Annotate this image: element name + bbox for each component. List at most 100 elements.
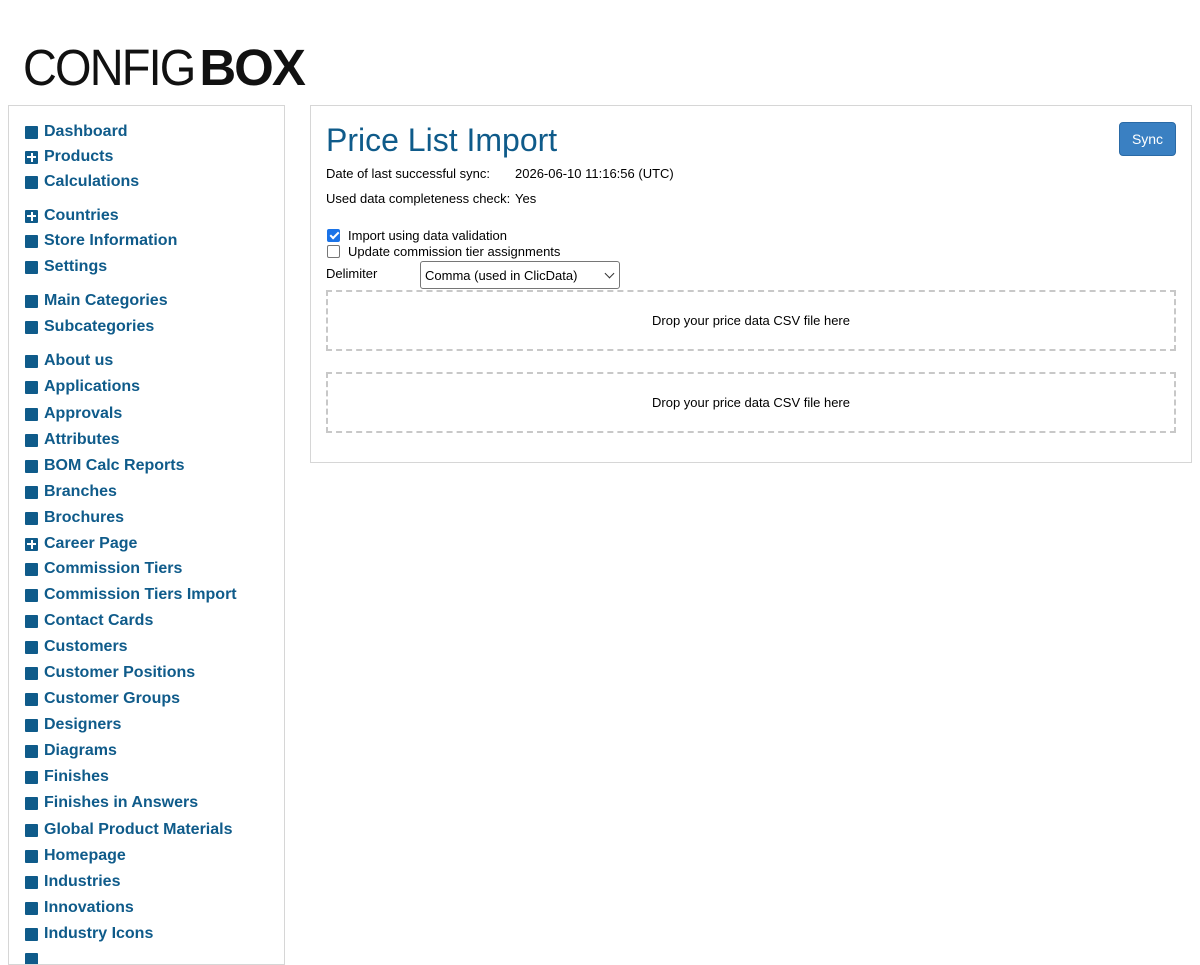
sidebar-item-subcategories[interactable]: Subcategories — [25, 317, 154, 337]
square-icon — [25, 902, 38, 915]
square-icon — [25, 261, 38, 274]
sidebar-item-label: Attributes — [44, 431, 120, 449]
square-icon — [25, 953, 38, 965]
sidebar-item-label: Diagrams — [44, 742, 117, 760]
completeness-row: Used data completeness check: Yes — [326, 191, 510, 207]
dropzone-text: Drop your price data CSV file here — [652, 395, 850, 410]
csv-dropzone-secondary[interactable]: Drop your price data CSV file here — [326, 372, 1176, 433]
sidebar-item-countries[interactable]: Countries — [25, 206, 119, 226]
sidebar-item-label: Branches — [44, 483, 117, 501]
sidebar-item-label: Approvals — [44, 405, 122, 423]
sidebar-item-label: About us — [44, 352, 113, 370]
completeness-label: Used data completeness check: — [326, 191, 510, 206]
sidebar-item-career-page[interactable]: Career Page — [25, 534, 137, 554]
sidebar-item-dashboard[interactable]: Dashboard — [25, 122, 128, 142]
sidebar-item-finishes[interactable]: Finishes — [25, 767, 109, 787]
sidebar-item-label: Global Product Materials — [44, 821, 232, 839]
sidebar-item-customers[interactable]: Customers — [25, 637, 128, 657]
last-sync-row: Date of last successful sync: 2026-06-10… — [326, 166, 490, 182]
sidebar-item-finishes-in-answers[interactable]: Finishes in Answers — [25, 793, 198, 813]
sync-button[interactable]: Sync — [1119, 122, 1176, 156]
sidebar-item-homepage[interactable]: Homepage — [25, 846, 126, 866]
sidebar-item-industry-icons[interactable]: Industry Icons — [25, 924, 153, 944]
price-list-import-panel: Price List Import Sync Date of last succ… — [310, 105, 1192, 463]
page-title: Price List Import — [326, 120, 557, 160]
square-icon — [25, 615, 38, 628]
logo-text-box: BOX — [199, 40, 304, 95]
sidebar-item-innovations[interactable]: Innovations — [25, 898, 134, 918]
sidebar-item-label: Designers — [44, 716, 121, 734]
sidebar-item-commission-tiers-import[interactable]: Commission Tiers Import — [25, 585, 237, 605]
sidebar-item-label: Industry Icons — [44, 925, 153, 943]
commission-checkbox-label[interactable]: Update commission tier assignments — [348, 244, 560, 259]
square-icon — [25, 235, 38, 248]
square-icon — [25, 460, 38, 473]
square-icon — [25, 176, 38, 189]
sidebar-item-about-us[interactable]: About us — [25, 351, 113, 371]
sidebar-item-branches[interactable]: Branches — [25, 482, 117, 502]
square-icon — [25, 563, 38, 576]
square-icon — [25, 381, 38, 394]
sidebar-item-global-product-materials[interactable]: Global Product Materials — [25, 820, 232, 840]
sidebar-item-label: Brochures — [44, 509, 124, 527]
sidebar-item-partial[interactable] — [25, 949, 44, 965]
delimiter-select[interactable]: Comma (used in ClicData) — [420, 261, 620, 289]
logo-text-config: CONFIG — [23, 40, 194, 95]
sidebar-item-products[interactable]: Products — [25, 147, 113, 167]
sidebar-item-label: Customer Groups — [44, 690, 180, 708]
sidebar-item-designers[interactable]: Designers — [25, 715, 121, 735]
sidebar-item-label: Homepage — [44, 847, 126, 865]
square-icon — [25, 693, 38, 706]
sidebar-item-label: Store Information — [44, 232, 177, 250]
square-icon — [25, 667, 38, 680]
commission-checkbox[interactable] — [327, 245, 340, 258]
commission-option[interactable]: Update commission tier assignments — [327, 243, 560, 259]
sidebar-item-label: Industries — [44, 873, 120, 891]
square-icon — [25, 512, 38, 525]
sidebar-item-applications[interactable]: Applications — [25, 377, 140, 397]
expand-plus-icon[interactable] — [25, 151, 38, 164]
sidebar-item-main-categories[interactable]: Main Categories — [25, 291, 168, 311]
square-icon — [25, 824, 38, 837]
sidebar-item-attributes[interactable]: Attributes — [25, 430, 120, 450]
sidebar-item-contact-cards[interactable]: Contact Cards — [25, 611, 153, 631]
sidebar-item-label: Commission Tiers — [44, 560, 182, 578]
sidebar-item-settings[interactable]: Settings — [25, 257, 107, 277]
square-icon — [25, 355, 38, 368]
sidebar-item-industries[interactable]: Industries — [25, 872, 120, 892]
square-icon — [25, 434, 38, 447]
validation-checkbox[interactable] — [327, 229, 340, 242]
sidebar-nav: Dashboard Products Calculations Countrie… — [8, 105, 285, 965]
expand-plus-icon[interactable] — [25, 210, 38, 223]
validation-option[interactable]: Import using data validation — [327, 227, 507, 243]
chevron-down-icon — [605, 269, 615, 279]
sidebar-item-label: Career Page — [44, 535, 137, 553]
sidebar-item-bom-calc-reports[interactable]: BOM Calc Reports — [25, 456, 184, 476]
expand-plus-icon[interactable] — [25, 538, 38, 551]
sidebar-item-label: Calculations — [44, 173, 139, 191]
delimiter-label: Delimiter — [326, 266, 377, 281]
sidebar-item-label: Finishes in Answers — [44, 794, 198, 812]
sidebar-item-commission-tiers[interactable]: Commission Tiers — [25, 559, 182, 579]
sidebar-item-store-information[interactable]: Store Information — [25, 231, 177, 251]
sidebar-item-customer-positions[interactable]: Customer Positions — [25, 663, 195, 683]
sidebar-item-diagrams[interactable]: Diagrams — [25, 741, 117, 761]
sidebar-item-label: Customers — [44, 638, 128, 656]
sidebar-item-label: Contact Cards — [44, 612, 153, 630]
sidebar-item-label: Subcategories — [44, 318, 154, 336]
sidebar-item-approvals[interactable]: Approvals — [25, 404, 122, 424]
square-icon — [25, 928, 38, 941]
sidebar-item-brochures[interactable]: Brochures — [25, 508, 124, 528]
square-icon — [25, 126, 38, 139]
square-icon — [25, 876, 38, 889]
sidebar-item-label: Applications — [44, 378, 140, 396]
sidebar-item-calculations[interactable]: Calculations — [25, 172, 139, 192]
square-icon — [25, 486, 38, 499]
csv-dropzone-primary[interactable]: Drop your price data CSV file here — [326, 290, 1176, 351]
sidebar-item-label: Main Categories — [44, 292, 168, 310]
square-icon — [25, 589, 38, 602]
sidebar-item-customer-groups[interactable]: Customer Groups — [25, 689, 180, 709]
sidebar-item-label: BOM Calc Reports — [44, 457, 184, 475]
square-icon — [25, 641, 38, 654]
validation-checkbox-label[interactable]: Import using data validation — [348, 228, 507, 243]
